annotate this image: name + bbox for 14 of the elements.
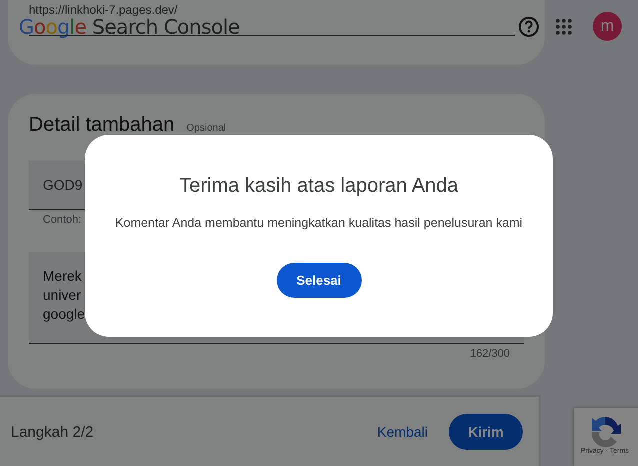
page-url: https://linkhoki-7.pages.dev/ bbox=[29, 3, 179, 17]
section-title: Detail tambahan bbox=[29, 114, 175, 137]
step-label: Langkah 2/2 bbox=[11, 424, 94, 440]
dialog-message: Komentar Anda membantu meningkatkan kualitas hasil penelusuran kami bbox=[115, 216, 523, 230]
submit-button[interactable]: Kirim bbox=[449, 414, 523, 450]
character-counter: 162/300 bbox=[470, 348, 510, 360]
back-button[interactable]: Kembali bbox=[377, 424, 428, 440]
optional-label: Opsional bbox=[186, 123, 226, 134]
done-button[interactable]: Selesai bbox=[276, 263, 362, 298]
apps-icon[interactable] bbox=[556, 19, 572, 35]
help-icon[interactable] bbox=[518, 16, 540, 38]
avatar[interactable]: m bbox=[593, 12, 622, 41]
field-hint: Contoh: bbox=[43, 214, 82, 226]
dialog-title: Terima kasih atas laporan Anda bbox=[179, 175, 459, 198]
